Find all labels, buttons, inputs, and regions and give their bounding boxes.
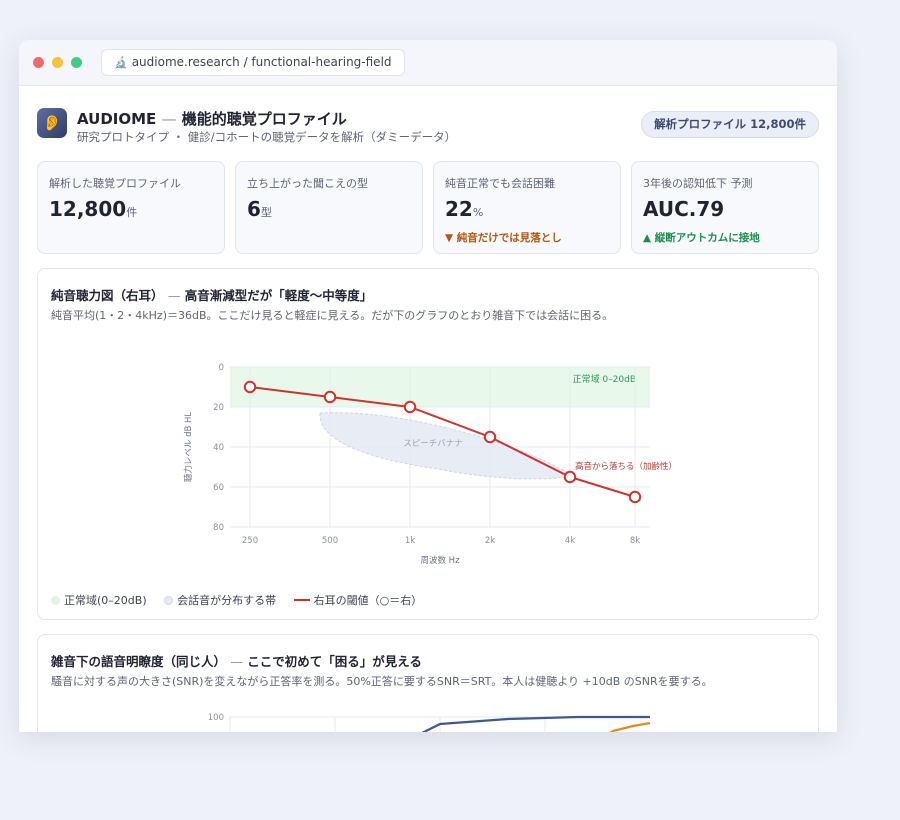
kpi-value: 6型 xyxy=(247,197,272,221)
url-text: audiome.research / functional-hearing-fi… xyxy=(131,55,392,69)
page-subtitle: 研究プロトタイプ ・ 健診/コホートの聴覚データを解析（ダミーデータ） xyxy=(77,130,457,144)
kpi-card-cognitive-prediction: 3年後の認知低下 予測 AUC.79 ▲ 縦断アウトカムに接地 xyxy=(631,161,819,254)
app-header: 👂 AUDIOME — 機能的聴覚プロファイル 研究プロトタイプ ・ 健診/コホ… xyxy=(37,108,819,148)
legend-item-speech-band: 会話音が分布する帯 xyxy=(164,592,276,608)
y-tick-label: 100 xyxy=(208,713,224,723)
kpi-value: AUC.79 xyxy=(643,197,725,221)
x-tick-label: 2k xyxy=(485,536,495,546)
panel-title: 雑音下の語音明瞭度（同じ人） — ここで初めて「困る」が見える xyxy=(51,654,422,669)
page-title: AUDIOME — 機能的聴覚プロファイル xyxy=(77,108,347,129)
right-ear-threshold-point xyxy=(563,470,577,484)
title-separator: — xyxy=(161,110,177,128)
listener-curve-normal xyxy=(421,715,650,732)
kpi-label: 立ち上がった聞こえの型 xyxy=(247,177,368,190)
close-window-button[interactable] xyxy=(33,57,44,68)
annotation-high-frequency-drop: 高音から落ちる（加齢性） xyxy=(575,461,677,472)
right-ear-threshold-point xyxy=(628,490,642,504)
kpi-value: 12,800件 xyxy=(49,197,138,221)
ear-icon: 👂 xyxy=(37,108,67,138)
audiogram-panel: 正常域 0–20dB 0 20 40 60 80 250 500 1k 2k 4k 8k スピーチバナナ… xyxy=(37,268,819,620)
normal-range-band xyxy=(230,367,650,407)
legend-item-normal-range: 正常域(0–20dB) xyxy=(51,592,147,608)
kpi-label: 純音正常でも会話困難 xyxy=(445,177,555,190)
profile-count-badge[interactable]: 解析プロファイル 12,800件 xyxy=(641,111,819,138)
app-name: AUDIOME xyxy=(77,110,157,128)
y-tick-label: 40 xyxy=(213,443,224,453)
y-tick-label: 20 xyxy=(213,403,224,413)
page-content: 👂 AUDIOME — 機能的聴覚プロファイル 研究プロトタイプ ・ 健診/コホ… xyxy=(37,86,819,732)
maximize-window-button[interactable] xyxy=(71,57,82,68)
kpi-label: 3年後の認知低下 予測 xyxy=(643,177,753,190)
speech-banana-label: スピーチバナナ xyxy=(403,439,463,449)
kpi-value: 22% xyxy=(445,197,484,221)
x-axis-title: 周波数 Hz xyxy=(420,555,460,566)
panel-subtitle: 騒音に対する声の大きさ(SNR)を変えながら正答率を測る。50%正答に要するSN… xyxy=(51,675,713,688)
y-tick-label: 80 xyxy=(213,523,224,533)
legend-item-right-ear: 右耳の閾値（○＝右） xyxy=(293,592,422,608)
microscope-icon: 🔬 xyxy=(114,56,128,69)
panel-subtitle: 純音平均(1・2・4kHz)＝36dB。ここだけ見ると軽症に見える。だが下のグラ… xyxy=(51,309,614,322)
x-tick-label: 4k xyxy=(565,536,575,546)
right-ear-threshold-point xyxy=(403,400,417,414)
normal-range-label: 正常域 0–20dB xyxy=(573,373,636,385)
right-ear-threshold-point xyxy=(323,390,337,404)
speech-in-noise-panel: 100 雑音下の語音明瞭度（同じ人） — ここで初めて「困る」が見える 騒音に対… xyxy=(37,634,819,732)
right-ear-threshold-point xyxy=(243,380,257,394)
kpi-card-profiles: 解析した聴覚プロファイル 12,800件 xyxy=(37,161,225,254)
chart-legend: 正常域(0–20dB) 会話音が分布する帯 右耳の閾値（○＝右） xyxy=(51,592,436,608)
address-bar[interactable]: 🔬 audiome.research / functional-hearing-f… xyxy=(101,49,405,76)
y-axis-title: 聴力レベル dB HL xyxy=(183,412,194,483)
panel-title: 純音聴力図（右耳） — 高音漸減型だが「軽度〜中等度」 xyxy=(51,288,373,303)
x-tick-label: 8k xyxy=(630,536,640,546)
kpi-row: 解析した聴覚プロファイル 12,800件 立ち上がった聞こえの型 6型 純音正常… xyxy=(37,161,819,254)
listener-curve-patient xyxy=(609,721,651,732)
y-tick-label: 0 xyxy=(219,363,224,373)
browser-titlebar: 🔬 audiome.research / functional-hearing-f… xyxy=(19,40,837,86)
right-ear-threshold-point xyxy=(483,430,497,444)
kpi-note: ▲ 縦断アウトカムに接地 xyxy=(643,232,760,244)
x-tick-label: 1k xyxy=(405,536,415,546)
y-tick-label: 60 xyxy=(213,483,224,493)
minimize-window-button[interactable] xyxy=(52,57,63,68)
app-title-text: 機能的聴覚プロファイル xyxy=(181,110,347,128)
kpi-label: 解析した聴覚プロファイル xyxy=(49,177,181,190)
kpi-note: ▼ 純音だけでは見落とし xyxy=(445,232,562,244)
browser-window: 🔬 audiome.research / functional-hearing-f… xyxy=(19,40,837,732)
kpi-card-hidden-difficulty: 純音正常でも会話困難 22% ▼ 純音だけでは見落とし xyxy=(433,161,621,254)
kpi-card-types: 立ち上がった聞こえの型 6型 xyxy=(235,161,423,254)
x-tick-label: 250 xyxy=(242,536,258,546)
x-tick-label: 500 xyxy=(322,536,338,546)
